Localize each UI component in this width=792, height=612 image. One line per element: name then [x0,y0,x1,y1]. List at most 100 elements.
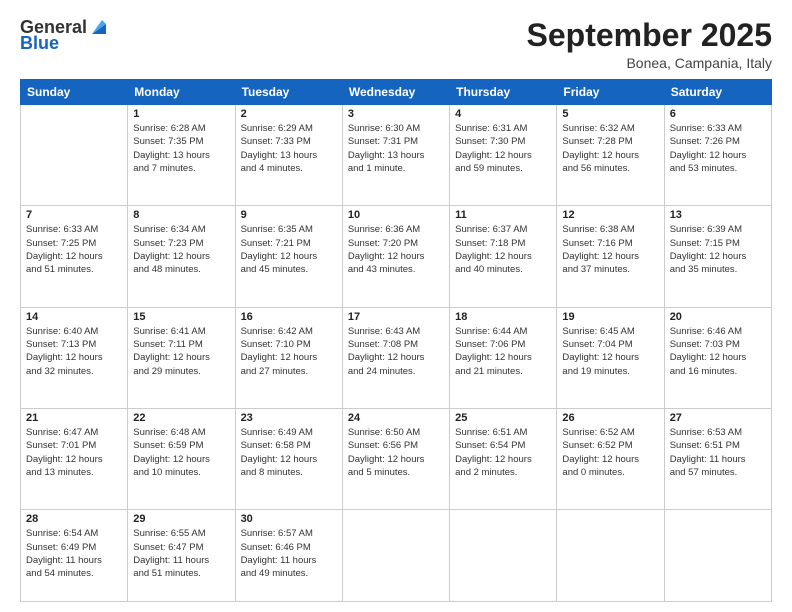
calendar-day-cell [664,510,771,602]
calendar-day-cell [342,510,449,602]
day-number: 5 [562,108,658,120]
logo-blue-text: Blue [20,34,59,54]
weekday-header-tuesday: Tuesday [235,80,342,105]
calendar-day-cell: 27 Sunrise: 6:53 AMSunset: 6:51 PMDayligh… [664,409,771,510]
calendar-day-cell: 11 Sunrise: 6:37 AMSunset: 7:18 PMDayligh… [450,206,557,307]
calendar-day-cell: 4 Sunrise: 6:31 AMSunset: 7:30 PMDaylight… [450,105,557,206]
calendar-day-cell: 28Sunrise: 6:54 AMSunset: 6:49 PMDayligh… [21,510,128,602]
day-number: 8 [133,209,229,221]
calendar-day-cell: 15 Sunrise: 6:41 AMSunset: 7:11 PMDayligh… [128,307,235,408]
day-number: 21 [26,412,122,424]
calendar-week-row: 28Sunrise: 6:54 AMSunset: 6:49 PMDayligh… [21,510,772,602]
day-info: Sunrise: 6:33 AMSunset: 7:25 PMDaylight:… [26,223,122,276]
day-number: 7 [26,209,122,221]
calendar-week-row: 7 Sunrise: 6:33 AMSunset: 7:25 PMDaylight… [21,206,772,307]
page: General Blue September 2025 Bonea, Campa… [0,0,792,612]
day-number: 4 [455,108,551,120]
day-info: Sunrise: 6:50 AMSunset: 6:56 PMDaylight:… [348,426,444,479]
day-number: 12 [562,209,658,221]
day-number: 24 [348,412,444,424]
day-number: 18 [455,311,551,323]
weekday-header-sunday: Sunday [21,80,128,105]
day-number: 20 [670,311,766,323]
day-info: Sunrise: 6:49 AMSunset: 6:58 PMDaylight:… [241,426,337,479]
day-number: 26 [562,412,658,424]
calendar-day-cell: 20 Sunrise: 6:46 AMSunset: 7:03 PMDayligh… [664,307,771,408]
calendar-day-cell [21,105,128,206]
day-info: Sunrise: 6:39 AMSunset: 7:15 PMDaylight:… [670,223,766,276]
calendar-header-row: SundayMondayTuesdayWednesdayThursdayFrid… [21,80,772,105]
day-number: 14 [26,311,122,323]
day-info: Sunrise: 6:46 AMSunset: 7:03 PMDaylight:… [670,325,766,378]
calendar-day-cell: 5 Sunrise: 6:32 AMSunset: 7:28 PMDaylight… [557,105,664,206]
calendar-day-cell: 13 Sunrise: 6:39 AMSunset: 7:15 PMDayligh… [664,206,771,307]
calendar-day-cell: 17 Sunrise: 6:43 AMSunset: 7:08 PMDayligh… [342,307,449,408]
day-number: 30 [241,513,337,525]
day-number: 11 [455,209,551,221]
calendar-day-cell: 10Sunrise: 6:36 AMSunset: 7:20 PMDayligh… [342,206,449,307]
day-number: 22 [133,412,229,424]
day-number: 29 [133,513,229,525]
day-number: 1 [133,108,229,120]
day-info: Sunrise: 6:28 AMSunset: 7:35 PMDaylight:… [133,122,229,175]
weekday-header-wednesday: Wednesday [342,80,449,105]
day-number: 13 [670,209,766,221]
weekday-header-friday: Friday [557,80,664,105]
day-number: 27 [670,412,766,424]
day-info: Sunrise: 6:40 AMSunset: 7:13 PMDaylight:… [26,325,122,378]
calendar-week-row: 14 Sunrise: 6:40 AMSunset: 7:13 PMDayligh… [21,307,772,408]
day-info: Sunrise: 6:47 AMSunset: 7:01 PMDaylight:… [26,426,122,479]
calendar-day-cell: 12 Sunrise: 6:38 AMSunset: 7:16 PMDayligh… [557,206,664,307]
day-info: Sunrise: 6:55 AMSunset: 6:47 PMDaylight:… [133,527,229,580]
day-info: Sunrise: 6:42 AMSunset: 7:10 PMDaylight:… [241,325,337,378]
day-number: 6 [670,108,766,120]
day-info: Sunrise: 6:51 AMSunset: 6:54 PMDaylight:… [455,426,551,479]
weekday-header-saturday: Saturday [664,80,771,105]
calendar-day-cell: 25 Sunrise: 6:51 AMSunset: 6:54 PMDayligh… [450,409,557,510]
day-number: 17 [348,311,444,323]
day-info: Sunrise: 6:38 AMSunset: 7:16 PMDaylight:… [562,223,658,276]
title-block: September 2025 Bonea, Campania, Italy [527,18,772,71]
calendar-day-cell: 29 Sunrise: 6:55 AMSunset: 6:47 PMDayligh… [128,510,235,602]
day-number: 16 [241,311,337,323]
day-number: 9 [241,209,337,221]
day-info: Sunrise: 6:29 AMSunset: 7:33 PMDaylight:… [241,122,337,175]
calendar-day-cell: 18Sunrise: 6:44 AMSunset: 7:06 PMDayligh… [450,307,557,408]
day-info: Sunrise: 6:48 AMSunset: 6:59 PMDaylight:… [133,426,229,479]
day-number: 19 [562,311,658,323]
day-info: Sunrise: 6:37 AMSunset: 7:18 PMDaylight:… [455,223,551,276]
day-number: 15 [133,311,229,323]
day-info: Sunrise: 6:52 AMSunset: 6:52 PMDaylight:… [562,426,658,479]
calendar-day-cell: 23 Sunrise: 6:49 AMSunset: 6:58 PMDayligh… [235,409,342,510]
day-number: 25 [455,412,551,424]
day-info: Sunrise: 6:34 AMSunset: 7:23 PMDaylight:… [133,223,229,276]
calendar-day-cell: 3Sunrise: 6:30 AMSunset: 7:31 PMDaylight… [342,105,449,206]
calendar-day-cell: 2Sunrise: 6:29 AMSunset: 7:33 PMDaylight… [235,105,342,206]
calendar-table: SundayMondayTuesdayWednesdayThursdayFrid… [20,79,772,602]
logo-icon [88,16,110,38]
calendar-day-cell: 8 Sunrise: 6:34 AMSunset: 7:23 PMDaylight… [128,206,235,307]
day-info: Sunrise: 6:43 AMSunset: 7:08 PMDaylight:… [348,325,444,378]
day-info: Sunrise: 6:54 AMSunset: 6:49 PMDaylight:… [26,527,122,580]
day-info: Sunrise: 6:45 AMSunset: 7:04 PMDaylight:… [562,325,658,378]
calendar-day-cell: 1 Sunrise: 6:28 AMSunset: 7:35 PMDaylight… [128,105,235,206]
header: General Blue September 2025 Bonea, Campa… [20,18,772,71]
calendar-day-cell: 22 Sunrise: 6:48 AMSunset: 6:59 PMDayligh… [128,409,235,510]
calendar-day-cell: 7 Sunrise: 6:33 AMSunset: 7:25 PMDaylight… [21,206,128,307]
month-title: September 2025 [527,18,772,53]
day-info: Sunrise: 6:30 AMSunset: 7:31 PMDaylight:… [348,122,444,175]
day-info: Sunrise: 6:53 AMSunset: 6:51 PMDaylight:… [670,426,766,479]
day-number: 10 [348,209,444,221]
calendar-day-cell [557,510,664,602]
day-info: Sunrise: 6:41 AMSunset: 7:11 PMDaylight:… [133,325,229,378]
day-number: 23 [241,412,337,424]
calendar-day-cell: 19 Sunrise: 6:45 AMSunset: 7:04 PMDayligh… [557,307,664,408]
day-info: Sunrise: 6:32 AMSunset: 7:28 PMDaylight:… [562,122,658,175]
calendar-day-cell: 21 Sunrise: 6:47 AMSunset: 7:01 PMDayligh… [21,409,128,510]
weekday-header-monday: Monday [128,80,235,105]
day-info: Sunrise: 6:31 AMSunset: 7:30 PMDaylight:… [455,122,551,175]
calendar-day-cell: 9Sunrise: 6:35 AMSunset: 7:21 PMDaylight… [235,206,342,307]
calendar-day-cell: 6Sunrise: 6:33 AMSunset: 7:26 PMDaylight… [664,105,771,206]
logo: General Blue [20,18,110,54]
calendar-day-cell: 14 Sunrise: 6:40 AMSunset: 7:13 PMDayligh… [21,307,128,408]
